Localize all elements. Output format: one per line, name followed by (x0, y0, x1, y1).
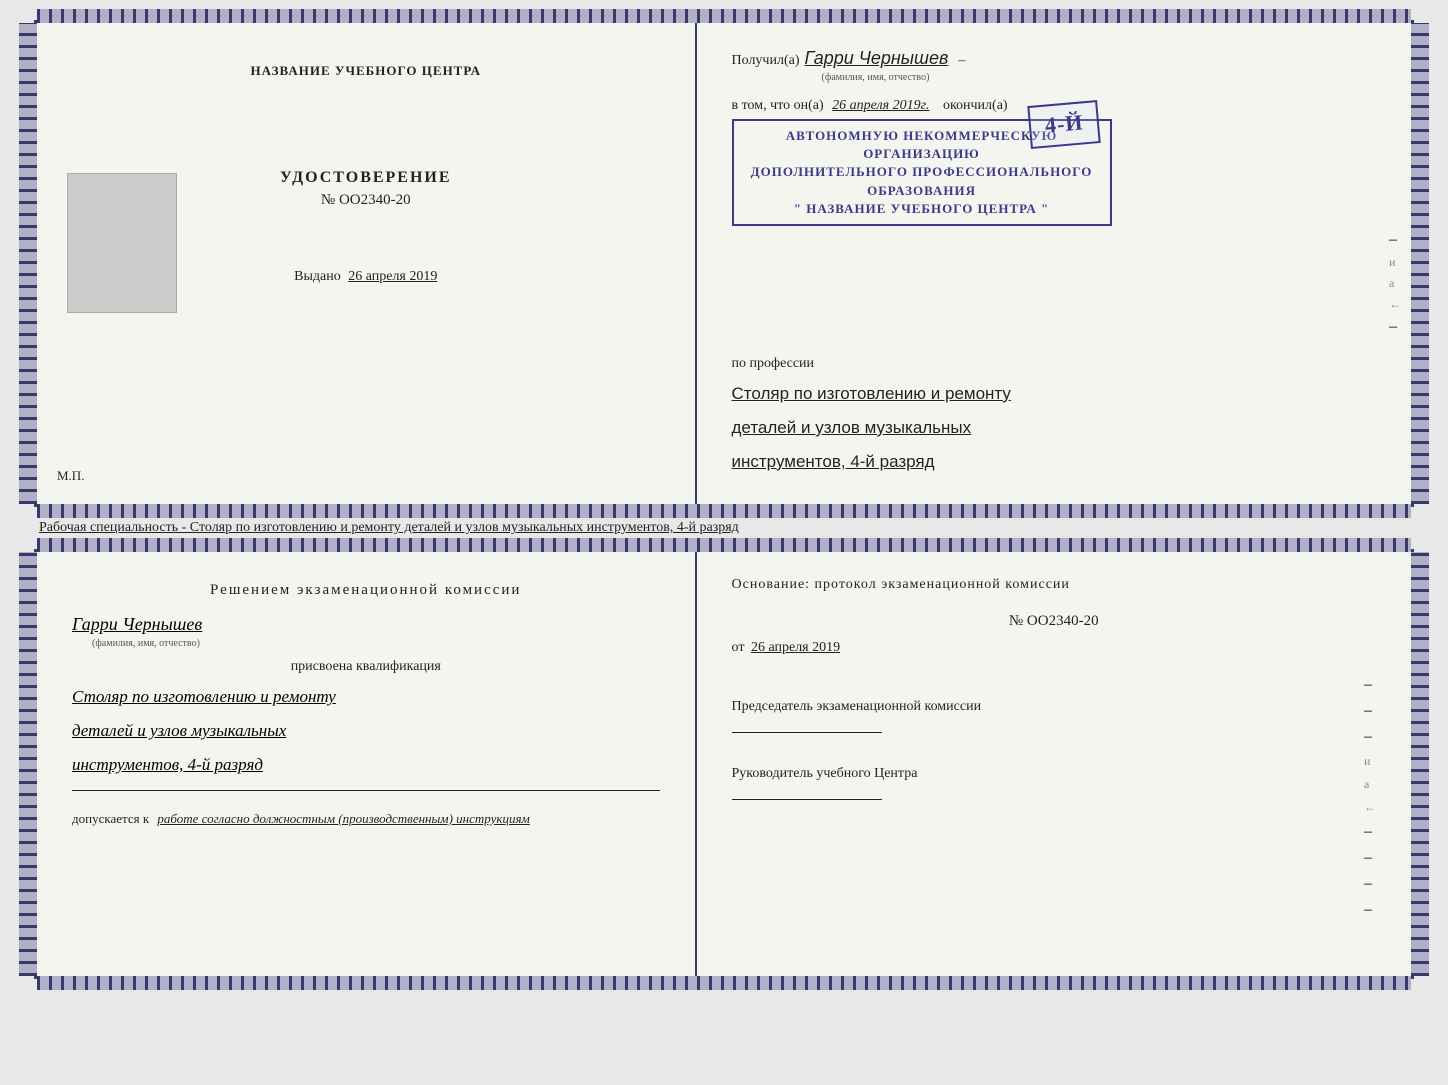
dash-b10: – (1364, 901, 1376, 919)
top-left-page: НАЗВАНИЕ УЧЕБНОГО ЦЕНТРА УДОСТОВЕРЕНИЕ №… (37, 23, 697, 504)
photo-placeholder (67, 173, 177, 313)
top-decoration-bottom (37, 538, 1411, 552)
prof-line1-top: Столяр по изготовлению и ремонту (732, 377, 1376, 411)
cert-title: УДОСТОВЕРЕНИЕ (280, 169, 452, 187)
received-line: Получил(а) Гарри Чернышев – (732, 48, 1376, 69)
top-document-wrapper: НАЗВАНИЕ УЧЕБНОГО ЦЕНТРА УДОСТОВЕРЕНИЕ №… (34, 20, 1414, 507)
protocol-number: № OO2340-20 (732, 613, 1376, 630)
dash-b1: – (1364, 676, 1376, 694)
stamp-line2: ДОПОЛНИТЕЛЬНОГО ПРОФЕССИОНАЛЬНОГО ОБРАЗО… (746, 163, 1098, 199)
bottom-left-page: Решением экзаменационной комиссии Гарри … (37, 552, 697, 976)
bottom-document: Решением экзаменационной комиссии Гарри … (34, 549, 1414, 979)
dash-b7: – (1364, 823, 1376, 841)
top-document: НАЗВАНИЕ УЧЕБНОГО ЦЕНТРА УДОСТОВЕРЕНИЕ №… (34, 20, 1414, 507)
dopuskaetsya-line: допускается к работе согласно должностны… (72, 811, 660, 827)
cert-number: № OO2340-20 (321, 192, 411, 209)
side-dashes-top: – и а ← – (1389, 231, 1401, 336)
specialty-description: Рабочая специальность - Столяр по изгото… (34, 520, 1414, 536)
ot-label: от (732, 640, 745, 655)
bottom-document-wrapper: Решением экзаменационной комиссии Гарри … (34, 549, 1414, 979)
right-side-indicators-top: – и а ← – (732, 231, 1376, 336)
fio-label-bottom: (фамилия, имя, отчество) (92, 638, 660, 649)
dash-b5: а (1364, 777, 1376, 792)
decision-text: Решением экзаменационной комиссии (72, 582, 660, 599)
vtom-label: в том, что он(а) (732, 98, 824, 113)
profession-bottom: Столяр по изготовлению и ремонту деталей… (72, 680, 660, 782)
prof-line3-top: инструментов, 4-й разряд (732, 445, 1376, 479)
issued-date: 26 апреля 2019 (348, 269, 437, 284)
chairman-sig-line (732, 732, 882, 733)
recipient-name-bottom: Гарри Чернышев (72, 614, 660, 635)
dopuskaetsya-value: работе согласно должностным (производств… (157, 811, 529, 826)
prof-line1-bottom: Столяр по изготовлению и ремонту (72, 680, 660, 714)
right-decoration-bottom (1411, 552, 1429, 976)
issued-line: Выдано 26 апреля 2019 (294, 269, 437, 285)
top-decoration (37, 9, 1411, 23)
prof-line3-bottom: инструментов, 4-й разряд (72, 748, 660, 782)
dash-r3: а (1389, 276, 1401, 291)
stamp-line3: " НАЗВАНИЕ УЧЕБНОГО ЦЕНТРА " (746, 200, 1098, 218)
osnovaniye: Основание: протокол экзаменационной коми… (732, 577, 1376, 593)
dash-b8: – (1364, 849, 1376, 867)
org-name-top: НАЗВАНИЕ УЧЕБНОГО ЦЕНТРА (250, 63, 481, 79)
top-right-page: Получил(а) Гарри Чернышев – (фамилия, им… (697, 23, 1411, 504)
right-decoration (1411, 23, 1429, 504)
date-vtom: 26 апреля 2019г. (832, 98, 929, 113)
rukovoditel-label: Руководитель учебного Центра (732, 763, 1354, 784)
bottom-decoration-top (37, 504, 1411, 518)
bottom-decoration-bottom (37, 976, 1411, 990)
signatures-area: Председатель экзаменационной комиссии Ру… (732, 676, 1354, 810)
right-content-area: Председатель экзаменационной комиссии Ру… (732, 676, 1376, 919)
prof-line2-bottom: деталей и узлов музыкальных (72, 714, 660, 748)
issued-label: Выдано (294, 269, 341, 284)
dash-b9: – (1364, 875, 1376, 893)
dash-b2: – (1364, 702, 1376, 720)
recipient-name-top: Гарри Чернышев (805, 48, 949, 69)
prof-line2-top: деталей и узлов музыкальных (732, 411, 1376, 445)
rukovoditel-sig-line (732, 799, 882, 800)
dash-r2: и (1389, 255, 1401, 270)
dash-b4: и (1364, 754, 1376, 769)
profession-top: Столяр по изготовлению и ремонту деталей… (732, 377, 1376, 479)
stamp-box: 4-й АВТОНОМНУЮ НЕКОММЕРЧЕСКУЮ ОРГАНИЗАЦИ… (732, 119, 1112, 226)
po-professii: по профессии (732, 356, 1376, 372)
dash-r5: – (1389, 318, 1401, 336)
dash-b6: ← (1364, 800, 1376, 815)
separator-bottom-left (72, 790, 660, 791)
stamp-overlay: 4-й (1027, 100, 1101, 149)
dash-top: – (958, 53, 965, 69)
side-dashes-bottom: – – – и а ← – – – – (1364, 676, 1376, 919)
dash-r1: – (1389, 231, 1401, 249)
dopuskaetsya-label: допускается к (72, 811, 149, 826)
okonchil-label: окончил(а) (943, 98, 1008, 113)
mp-label: М.П. (57, 468, 84, 484)
document-container: НАЗВАНИЕ УЧЕБНОГО ЦЕНТРА УДОСТОВЕРЕНИЕ №… (34, 20, 1414, 979)
received-label: Получил(а) (732, 53, 800, 69)
bottom-right-page: Основание: протокол экзаменационной коми… (697, 552, 1411, 976)
fio-label-top: (фамилия, имя, отчество) (822, 72, 1376, 83)
date-bottom: 26 апреля 2019 (751, 640, 840, 655)
chairman-label: Председатель экзаменационной комиссии (732, 696, 1354, 717)
dash-b3: – (1364, 728, 1376, 746)
date-line-bottom: от 26 апреля 2019 (732, 640, 1376, 656)
dash-r4: ← (1389, 297, 1401, 312)
left-decoration-bottom (19, 552, 37, 976)
left-decoration (19, 23, 37, 504)
prisvoena: присвоена квалификация (72, 659, 660, 675)
